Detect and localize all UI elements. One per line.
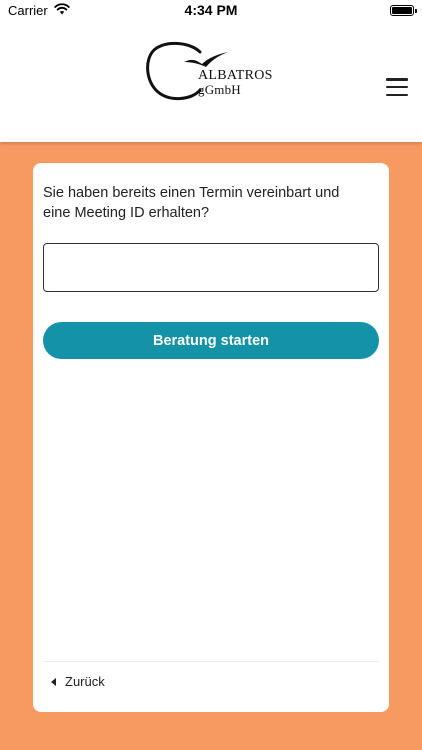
wifi-icon	[54, 2, 70, 18]
meeting-id-input[interactable]	[43, 243, 379, 292]
status-right	[390, 4, 417, 16]
hamburger-icon[interactable]	[386, 78, 408, 96]
logo-text-ggmbh: gGmbH	[198, 82, 241, 97]
status-bar: Carrier 4:34 PM	[0, 0, 422, 20]
start-consultation-button[interactable]: Beratung starten	[43, 322, 379, 359]
albatros-logo: ALBATROS gGmbH	[146, 40, 278, 102]
divider	[43, 661, 379, 662]
battery-icon	[390, 4, 417, 16]
caret-left-icon	[51, 677, 56, 686]
app-header: ALBATROS gGmbH	[0, 20, 422, 142]
back-link[interactable]: Zurück	[51, 674, 105, 689]
carrier-label: Carrier	[8, 2, 48, 18]
status-left: Carrier	[8, 3, 70, 18]
back-link-label: Zurück	[65, 674, 105, 689]
meeting-question: Sie haben bereits einen Termin vereinbar…	[43, 185, 340, 221]
meeting-card: Sie haben bereits einen Termin vereinbar…	[33, 163, 389, 712]
